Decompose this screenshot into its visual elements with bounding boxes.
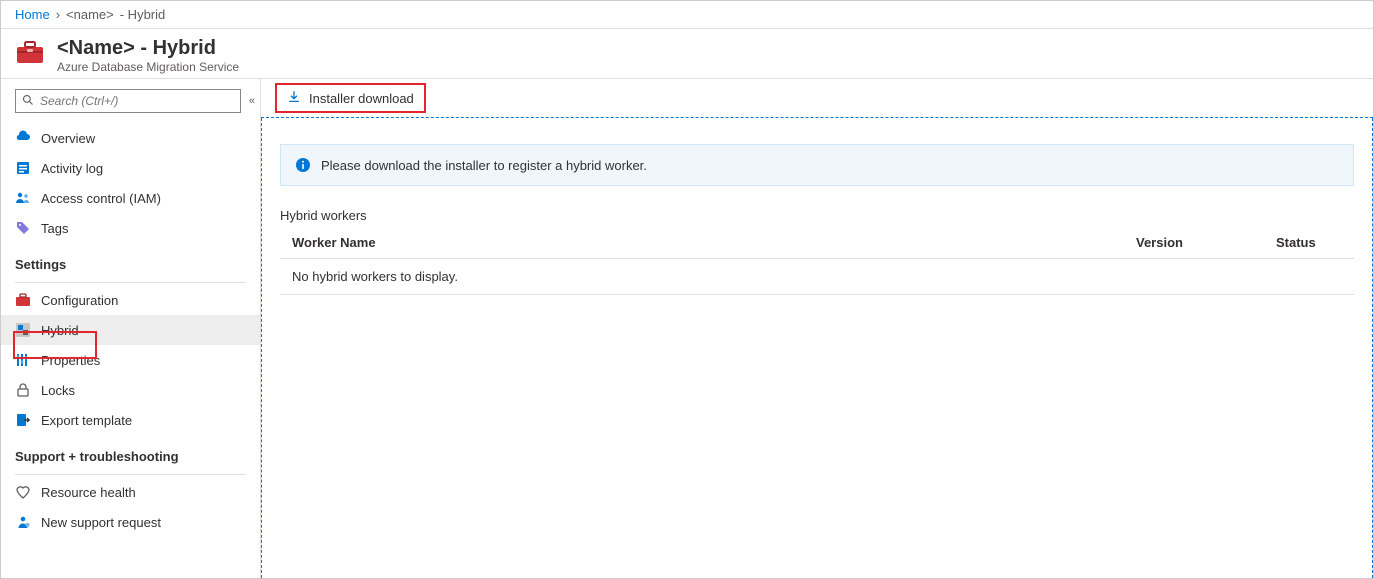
- sidebar-item-label: Activity log: [41, 161, 103, 176]
- people-icon: [15, 190, 31, 206]
- export-icon: [15, 412, 31, 428]
- sidebar-item-resource-health[interactable]: Resource health: [1, 477, 260, 507]
- toolbar: Installer download: [261, 79, 1373, 118]
- breadcrumb-suffix: - Hybrid: [120, 7, 166, 22]
- col-status[interactable]: Status: [1264, 227, 1354, 259]
- sidebar-item-tags[interactable]: Tags: [1, 213, 260, 243]
- workers-table: Worker Name Version Status No hybrid wor…: [280, 227, 1354, 295]
- sidebar-item-new-support-request[interactable]: + New support request: [1, 507, 260, 537]
- download-icon: [287, 90, 301, 107]
- installer-download-label: Installer download: [309, 91, 414, 106]
- sidebar-item-label: Configuration: [41, 293, 118, 308]
- breadcrumb: Home › <name> - Hybrid: [1, 1, 1373, 29]
- sidebar-item-label: Export template: [41, 413, 132, 428]
- col-version[interactable]: Version: [1124, 227, 1264, 259]
- sidebar-section-settings: Settings: [1, 243, 260, 278]
- hybrid-icon: [15, 322, 31, 338]
- tag-icon: [15, 220, 31, 236]
- sidebar-item-label: Properties: [41, 353, 100, 368]
- sidebar-item-access-control[interactable]: Access control (IAM): [1, 183, 260, 213]
- collapse-sidebar-icon[interactable]: «: [249, 95, 252, 107]
- breadcrumb-name[interactable]: <name>: [66, 7, 114, 22]
- content-pane: Installer download Please download the i…: [261, 79, 1373, 578]
- sidebar-item-label: Overview: [41, 131, 95, 146]
- sidebar-item-label: Hybrid: [41, 323, 79, 338]
- search-input[interactable]: [15, 89, 241, 113]
- sidebar-item-locks[interactable]: Locks: [1, 375, 260, 405]
- page-subtitle: Azure Database Migration Service: [57, 60, 1359, 74]
- sidebar-section-support: Support + troubleshooting: [1, 435, 260, 470]
- toolbox-small-icon: [15, 292, 31, 308]
- sidebar-item-activity-log[interactable]: Activity log: [1, 153, 260, 183]
- sidebar-item-configuration[interactable]: Configuration: [1, 285, 260, 315]
- sidebar-item-label: Locks: [41, 383, 75, 398]
- divider: [15, 474, 246, 475]
- sidebar-item-export-template[interactable]: Export template: [1, 405, 260, 435]
- info-icon: [295, 157, 311, 173]
- page-title: <Name> - Hybrid: [57, 37, 1359, 60]
- search-icon: [22, 94, 34, 109]
- sidebar-item-overview[interactable]: Overview: [1, 123, 260, 153]
- table-row-empty: No hybrid workers to display.: [280, 259, 1354, 295]
- empty-message: No hybrid workers to display.: [280, 259, 1354, 295]
- sidebar-item-label: Resource health: [41, 485, 136, 500]
- info-message: Please download the installer to registe…: [321, 158, 647, 173]
- svg-text:+: +: [27, 523, 29, 527]
- support-icon: +: [15, 514, 31, 530]
- log-icon: [15, 160, 31, 176]
- installer-download-button[interactable]: Installer download: [275, 83, 426, 113]
- sidebar-item-label: New support request: [41, 515, 161, 530]
- blade-header: <Name> - Hybrid Azure Database Migration…: [1, 29, 1373, 78]
- toolbox-icon: [15, 37, 45, 67]
- properties-icon: [15, 352, 31, 368]
- chevron-right-icon: ›: [56, 7, 60, 22]
- col-worker-name[interactable]: Worker Name: [280, 227, 1124, 259]
- sidebar: « Overview Activity log Access control: [1, 79, 261, 578]
- sidebar-item-properties[interactable]: Properties: [1, 345, 260, 375]
- sidebar-item-label: Tags: [41, 221, 68, 236]
- divider: [15, 282, 246, 283]
- cloud-icon: [15, 130, 31, 146]
- sidebar-item-hybrid[interactable]: Hybrid: [1, 315, 260, 345]
- sidebar-item-label: Access control (IAM): [41, 191, 161, 206]
- hybrid-workers-heading: Hybrid workers: [280, 208, 1354, 223]
- heart-icon: [15, 484, 31, 500]
- search-input-field[interactable]: [40, 94, 234, 108]
- lock-icon: [15, 382, 31, 398]
- info-banner: Please download the installer to registe…: [280, 144, 1354, 186]
- breadcrumb-home[interactable]: Home: [15, 7, 50, 22]
